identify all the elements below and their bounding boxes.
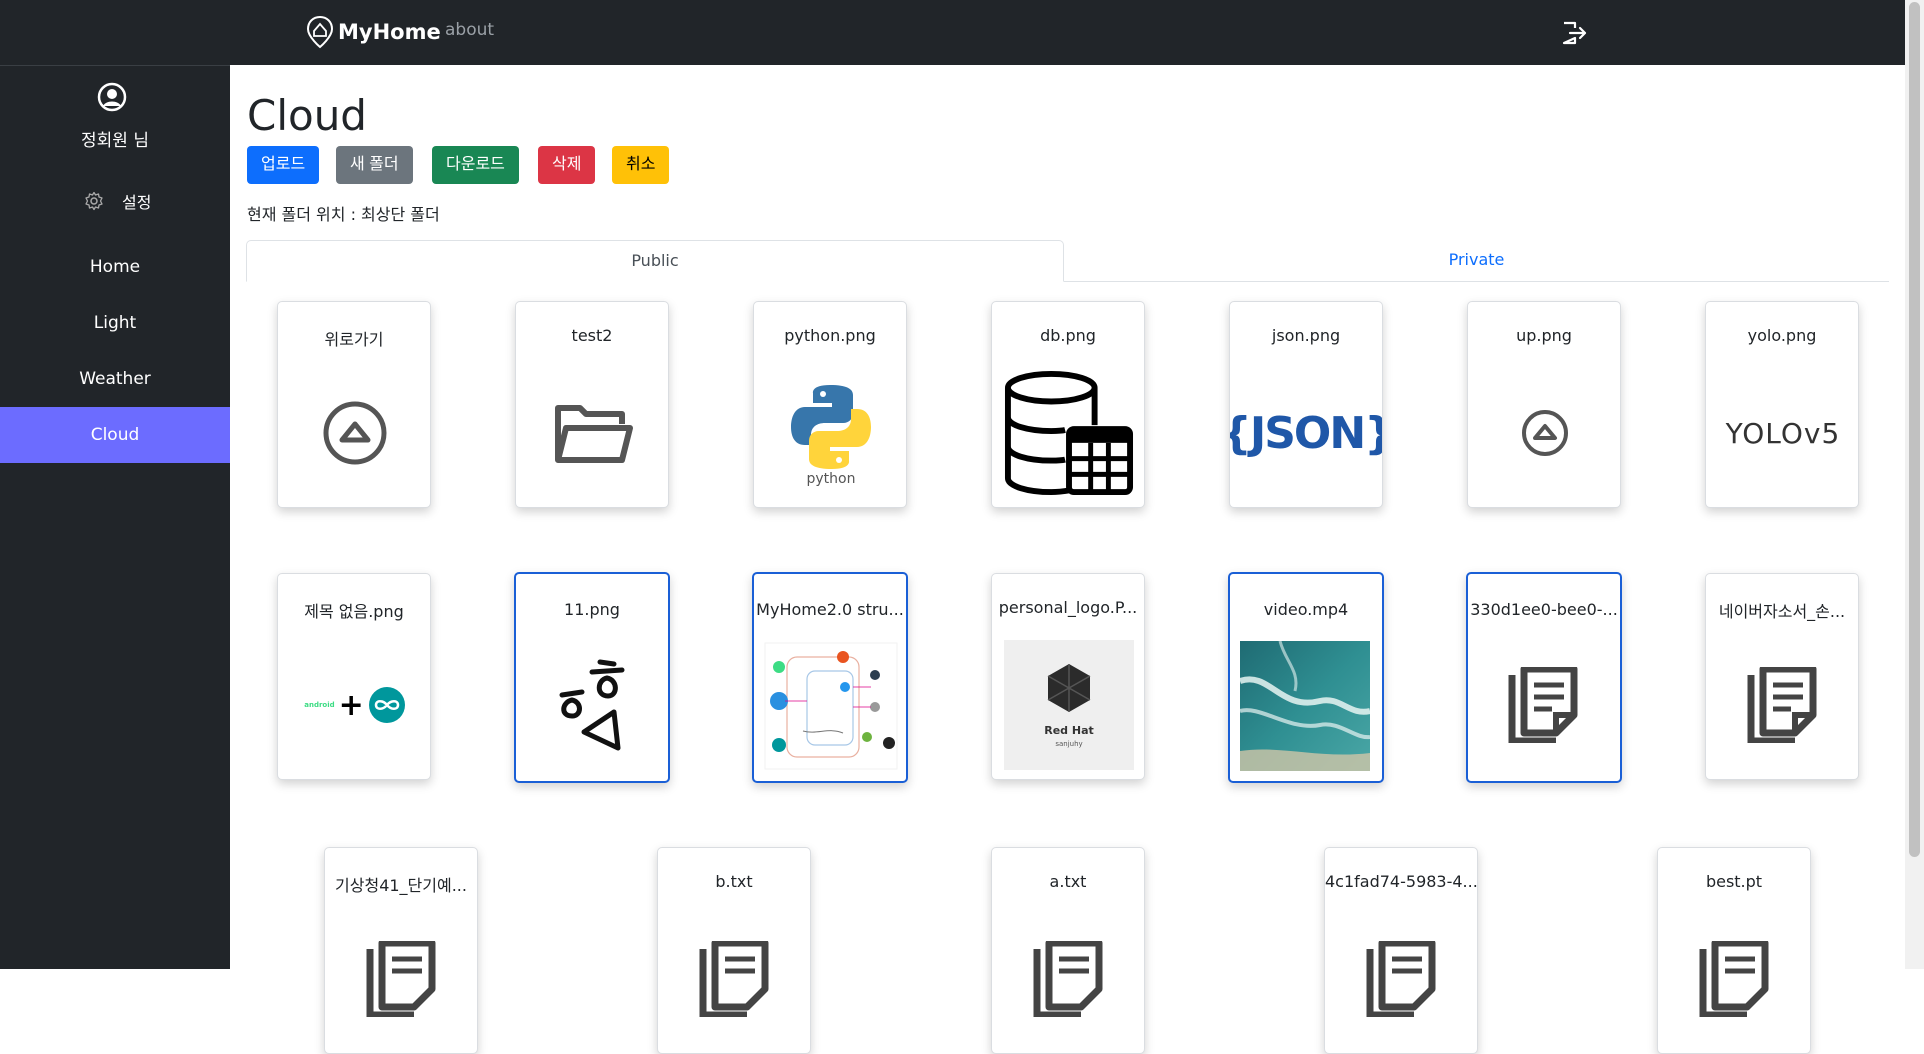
ocean-video-thumbnail: [1240, 641, 1370, 771]
redhat-logo-image: Red Hat sanjuhy: [1004, 640, 1134, 770]
scrollbar-thumb[interactable]: [1909, 2, 1920, 857]
logo-caption: Red Hat: [1044, 724, 1094, 737]
brand-link[interactable]: MyHome: [306, 14, 441, 50]
download-button[interactable]: 다운로드: [432, 146, 519, 184]
file-name: python.png: [784, 326, 876, 345]
file-name: 4c1fad74-5983-4...: [1325, 872, 1477, 891]
file-card[interactable]: 기상청41_단기예...: [324, 847, 478, 1054]
python-caption: python: [806, 471, 856, 487]
up-circle-icon: [323, 401, 387, 465]
arduino-logo-icon: [368, 687, 405, 723]
file-card[interactable]: best.pt: [1657, 847, 1811, 1054]
sidebar-item-cloud[interactable]: Cloud: [0, 407, 230, 463]
plus-icon: +: [338, 687, 364, 723]
folder-open-icon: [555, 405, 633, 463]
handwriting-image: [559, 659, 625, 751]
file-card[interactable]: b.txt: [657, 847, 811, 1054]
user-name: 정회원 님: [81, 131, 149, 151]
file-card[interactable]: personal_logo.P... Red Hat sanjuhy: [991, 573, 1145, 780]
file-name: best.pt: [1705, 872, 1763, 891]
file-card[interactable]: MyHome2.0 stru...: [752, 572, 908, 783]
file-name: 11.png: [564, 600, 620, 619]
page-scrollbar[interactable]: [1905, 0, 1924, 969]
page-title: Cloud: [247, 91, 367, 140]
document-icon: [1033, 941, 1103, 1017]
file-card[interactable]: 제목 없음.png android +: [277, 573, 431, 780]
document-icon: [366, 941, 436, 1017]
file-name: 위로가기: [324, 330, 384, 349]
file-card[interactable]: up.png: [1467, 301, 1621, 508]
database-table-icon: [1004, 370, 1134, 496]
file-name: 기상청41_단기예...: [335, 876, 467, 895]
main-content: Cloud 업로드 새 폴더 다운로드 삭제 취소 현재 폴더 위치 : 최상단…: [230, 65, 1905, 1054]
file-name: json.png: [1271, 326, 1341, 345]
sidebar: 정회원 님 설정 Home Light Weather Cloud: [0, 65, 230, 969]
diagram-image: [764, 642, 898, 770]
python-logo-icon: [791, 385, 871, 469]
document-icon: [699, 941, 769, 1017]
file-name: test2: [571, 326, 613, 345]
file-card[interactable]: a.txt: [991, 847, 1145, 1054]
up-circle-icon: [1522, 410, 1568, 456]
settings-label: 설정: [122, 193, 152, 212]
file-name: yolo.png: [1747, 326, 1817, 345]
delete-button[interactable]: 삭제: [538, 146, 596, 184]
file-name: personal_logo.P...: [998, 598, 1138, 617]
user-avatar-icon[interactable]: [97, 82, 127, 112]
file-card[interactable]: 위로가기: [277, 301, 431, 508]
file-card[interactable]: python.png python: [753, 301, 907, 508]
file-name: 네이버자소서_손...: [1718, 602, 1846, 621]
home-pin-icon: [306, 15, 334, 49]
logout-icon[interactable]: [1560, 19, 1588, 47]
file-card[interactable]: 330d1ee0-bee0-...: [1466, 572, 1622, 783]
file-name: MyHome2.0 stru...: [756, 600, 904, 619]
file-name: 제목 없음.png: [304, 602, 404, 621]
file-name: db.png: [1040, 326, 1096, 345]
current-folder-location: 현재 폴더 위치 : 최상단 폴더: [247, 205, 440, 224]
file-card[interactable]: video.mp4: [1228, 572, 1384, 783]
file-card[interactable]: db.png: [991, 301, 1145, 508]
android-label: android: [304, 701, 335, 709]
file-card[interactable]: json.png {JSON}: [1229, 301, 1383, 508]
file-card[interactable]: test2: [515, 301, 669, 508]
tabs: Public Private: [246, 240, 1889, 282]
sidebar-item-home[interactable]: Home: [0, 239, 230, 295]
file-card[interactable]: 네이버자소서_손...: [1705, 573, 1859, 780]
hexagon-logo-icon: [1047, 664, 1091, 712]
file-card[interactable]: yolo.png YOLOv5: [1705, 301, 1859, 508]
file-card[interactable]: 11.png: [514, 572, 670, 783]
brand-name: MyHome: [338, 20, 441, 44]
document-icon: [1366, 941, 1436, 1017]
new-folder-button[interactable]: 새 폴더: [336, 146, 413, 184]
file-card[interactable]: 4c1fad74-5983-4...: [1324, 847, 1478, 1054]
document-icon: [1699, 941, 1769, 1017]
file-name: b.txt: [715, 872, 753, 891]
nav-about-link[interactable]: about: [445, 20, 494, 40]
sidebar-item-light[interactable]: Light: [0, 295, 230, 351]
file-name: a.txt: [1049, 872, 1087, 891]
file-name: video.mp4: [1263, 600, 1349, 619]
upload-button[interactable]: 업로드: [247, 146, 320, 184]
file-name: 330d1ee0-bee0-...: [1470, 600, 1618, 619]
tab-public[interactable]: Public: [246, 240, 1064, 282]
logo-subcaption: sanjuhy: [1055, 740, 1083, 748]
tab-private[interactable]: Private: [1064, 240, 1889, 282]
yolov5-logo: YOLOv5: [1725, 416, 1841, 450]
cancel-button[interactable]: 취소: [612, 146, 670, 184]
gear-icon: [85, 191, 103, 211]
top-navbar: MyHome about: [0, 0, 1905, 65]
json-icon: {JSON}: [1230, 407, 1382, 459]
settings-link[interactable]: 설정: [84, 189, 151, 213]
sidebar-item-weather[interactable]: Weather: [0, 351, 230, 407]
file-name: up.png: [1516, 326, 1572, 345]
document-icon: [1508, 667, 1578, 743]
document-icon: [1747, 667, 1817, 743]
